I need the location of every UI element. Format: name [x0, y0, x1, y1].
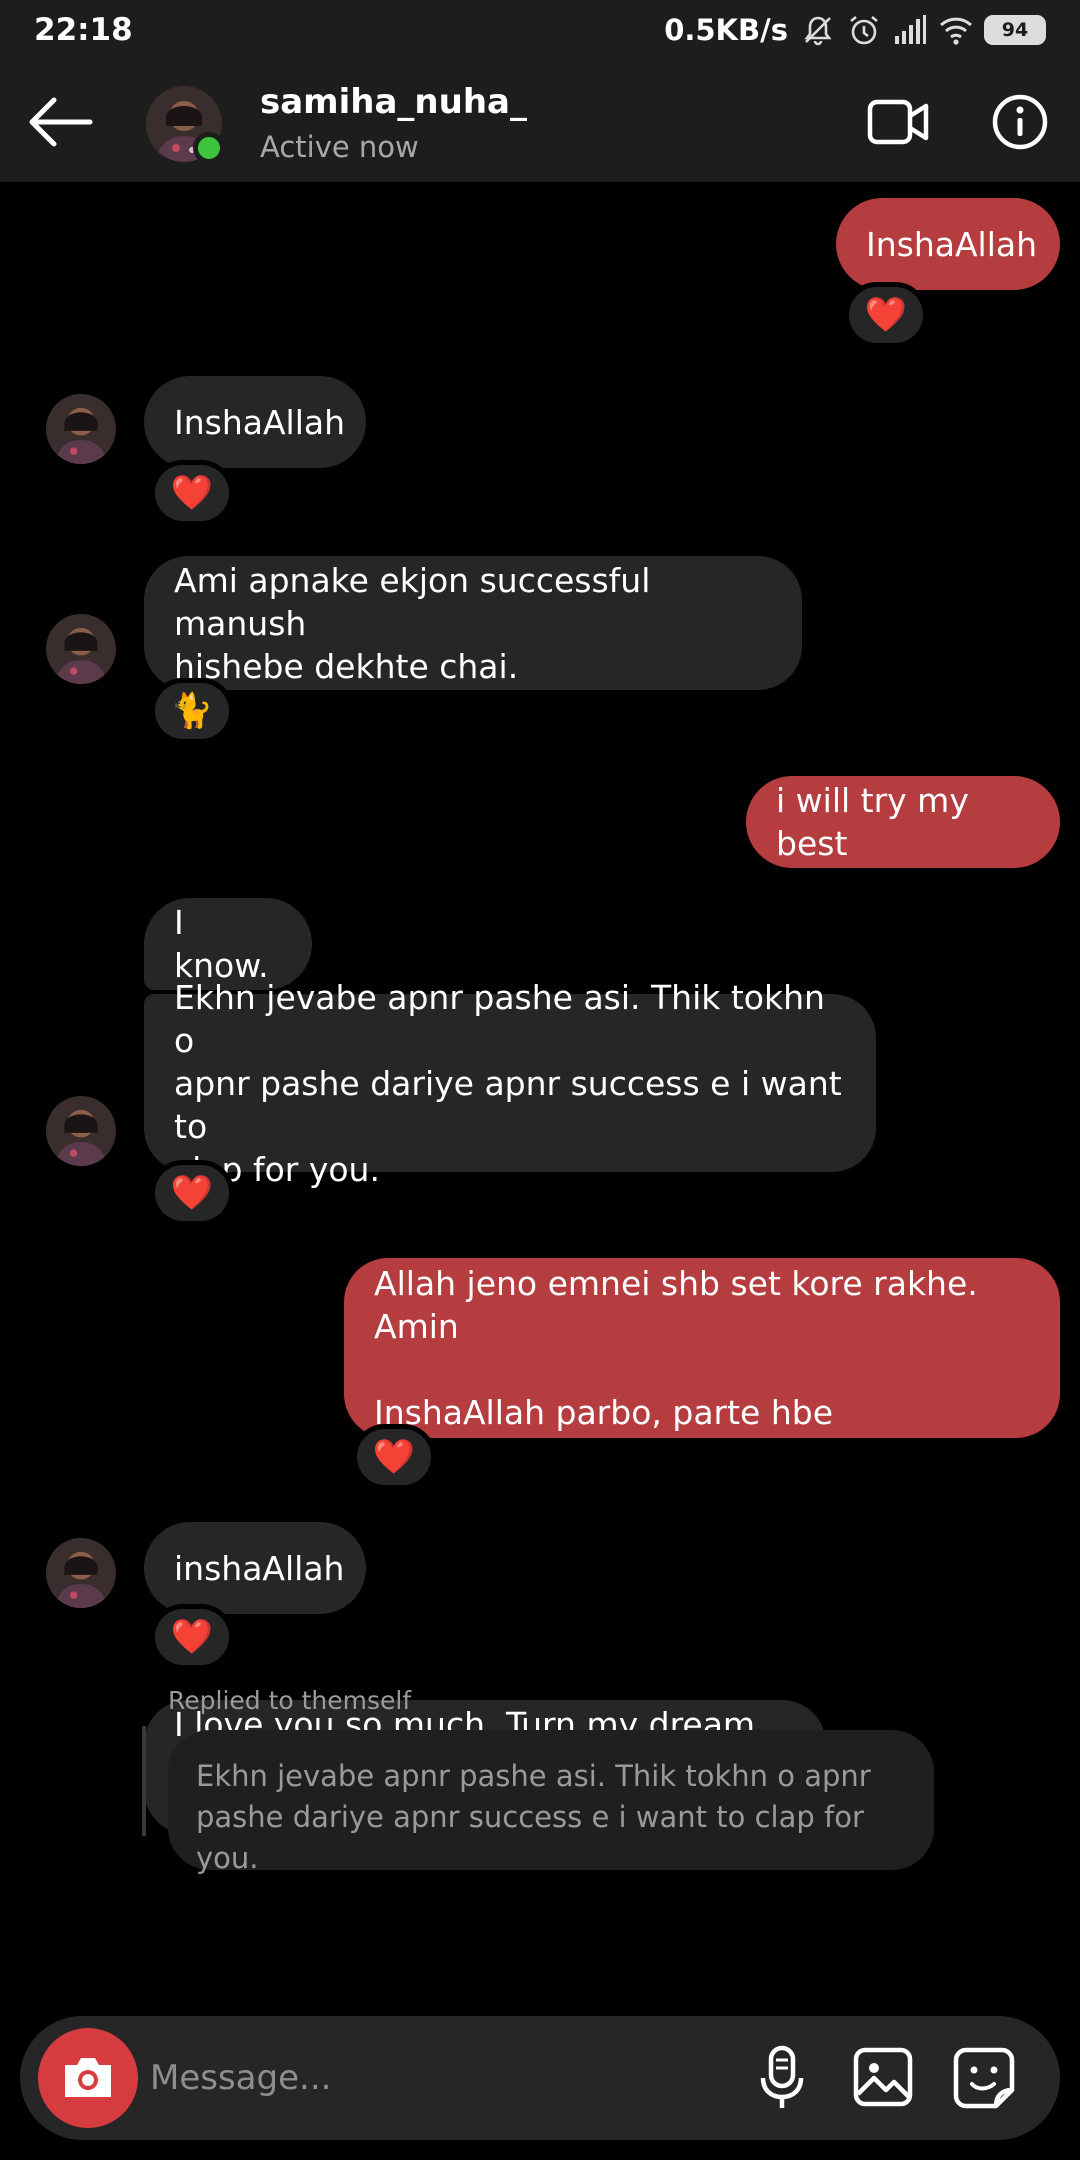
- message-bubble-incoming[interactable]: Ekhn jevabe apnr pashe asi. Thik tokhn o…: [144, 978, 876, 1189]
- active-status: Active now: [260, 130, 419, 164]
- network-speed: 0.5KB/s: [664, 13, 788, 47]
- message-input[interactable]: [150, 2044, 730, 2112]
- message-bubble-outgoing[interactable]: Allah jeno emnei shb set kore rakhe. Ami…: [344, 1258, 1060, 1438]
- gallery-icon[interactable]: [852, 2046, 914, 2108]
- reply-quote[interactable]: Ekhn jevabe apnr pashe asi. Thik tokhn o…: [168, 1730, 934, 1875]
- message-text: InshaAllah: [174, 402, 346, 442]
- heart-reaction[interactable]: ❤️: [150, 1604, 234, 1670]
- replied-label: Replied to themself: [168, 1686, 412, 1715]
- sender-avatar[interactable]: [46, 394, 116, 464]
- message-bubble-incoming[interactable]: InshaAllah: [144, 376, 366, 468]
- status-time: 22:18: [34, 12, 133, 48]
- message-bubble-outgoing[interactable]: InshaAllah: [836, 198, 1060, 290]
- heart-reaction[interactable]: ❤️: [844, 282, 928, 348]
- battery-level: 94: [1001, 19, 1029, 41]
- chat-header: samiha_nuha_ Active now: [0, 62, 1080, 182]
- sticker-icon[interactable]: [952, 2046, 1016, 2110]
- status-icons: 0.5KB/s 94: [664, 10, 1046, 50]
- message-text: Ekhn jevabe apnr pashe asi. Thik tokhn o…: [174, 977, 842, 1189]
- cat-reaction[interactable]: 🐈: [150, 678, 234, 744]
- info-icon[interactable]: [990, 92, 1050, 152]
- microphone-icon[interactable]: [752, 2044, 812, 2112]
- signal-icon: [895, 15, 926, 44]
- heart-reaction[interactable]: ❤️: [150, 460, 234, 526]
- battery-icon: 94: [984, 15, 1046, 45]
- camera-icon: [65, 2058, 111, 2097]
- sender-avatar[interactable]: [46, 1538, 116, 1608]
- message-text: Ami apnake ekjon successful manush hishe…: [174, 560, 651, 686]
- video-call-icon[interactable]: [866, 94, 932, 150]
- status-bar: 22:18 0.5KB/s 94: [0, 0, 1080, 62]
- wifi-icon: [939, 17, 973, 45]
- alarm-icon: [850, 15, 878, 45]
- message-composer: [20, 2016, 1060, 2140]
- heart-reaction[interactable]: ❤️: [352, 1424, 436, 1490]
- reply-bar: [142, 1726, 146, 1836]
- camera-button[interactable]: [38, 2028, 138, 2128]
- message-bubble-outgoing[interactable]: i will try my best: [746, 776, 1060, 868]
- heart-reaction[interactable]: ❤️: [150, 1160, 234, 1226]
- online-indicator: [193, 132, 225, 164]
- message-text: Allah jeno emnei shb set kore rakhe. Ami…: [374, 1264, 978, 1432]
- message-text: i will try my best: [776, 781, 969, 863]
- message-bubble-incoming[interactable]: inshaAllah: [144, 1522, 366, 1614]
- sender-avatar[interactable]: [46, 1096, 116, 1166]
- message-text: inshaAllah: [174, 1548, 345, 1588]
- sender-avatar[interactable]: [46, 614, 116, 684]
- message-text: I know.: [174, 903, 269, 985]
- back-arrow-icon[interactable]: [24, 90, 96, 154]
- contact-username[interactable]: samiha_nuha_: [260, 82, 527, 122]
- bell-muted-icon: [804, 16, 832, 46]
- message-bubble-incoming[interactable]: Ami apnake ekjon successful manush hishe…: [144, 556, 802, 690]
- message-text: InshaAllah: [866, 224, 1038, 264]
